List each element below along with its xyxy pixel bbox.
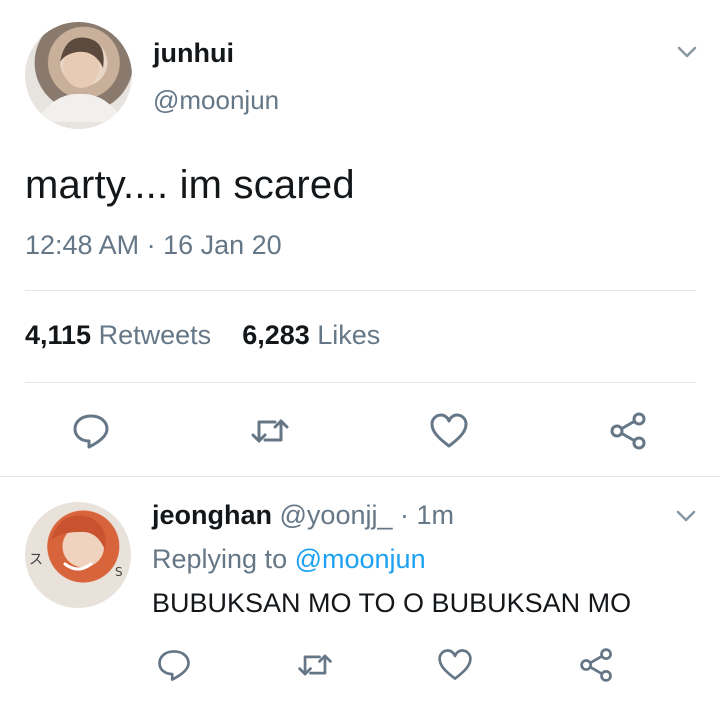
- retweet-icon: [251, 419, 289, 443]
- likes-label: Likes: [317, 320, 381, 350]
- chevron-down-icon: [677, 46, 697, 58]
- divider: [25, 382, 696, 383]
- replying-to-label: Replying to: [152, 544, 288, 574]
- tweet-text: marty.... im scared: [25, 163, 355, 207]
- like-icon: [438, 649, 472, 680]
- retweets-label: Retweets: [98, 320, 212, 350]
- author-avatar-art: [35, 37, 125, 122]
- tweet-stats: 4,115 Retweets 6,283 Likes: [25, 320, 380, 351]
- reply-button[interactable]: [70, 410, 112, 452]
- reply-avatar-art: ス S: [29, 515, 123, 579]
- replying-to: Replying to @moonjun: [152, 544, 426, 575]
- svg-text:S: S: [115, 565, 123, 579]
- tweet-menu-button[interactable]: [673, 38, 701, 66]
- retweets-count: 4,115: [25, 320, 92, 350]
- reply-time[interactable]: · 1m: [400, 500, 454, 530]
- reply-handle[interactable]: @yoonjj_: [280, 500, 393, 530]
- chevron-down-icon: [676, 510, 696, 522]
- retweets-stat[interactable]: 4,115 Retweets: [25, 320, 219, 350]
- likes-count: 6,283: [242, 320, 310, 350]
- author-handle[interactable]: @moonjun: [153, 85, 279, 116]
- likes-stat[interactable]: 6,283 Likes: [242, 320, 380, 350]
- reply-author-avatar[interactable]: ス S: [25, 502, 131, 608]
- svg-text:ス: ス: [29, 552, 43, 568]
- divider: [0, 476, 720, 477]
- reply-like-button[interactable]: [436, 646, 474, 684]
- reply-share-button[interactable]: [578, 646, 616, 684]
- tweet-timestamp[interactable]: 12:48 AM · 16 Jan 20: [25, 230, 282, 261]
- reply-display-name[interactable]: jeonghan: [152, 500, 272, 530]
- replying-to-handle[interactable]: @moonjun: [295, 544, 426, 574]
- reply-icon: [73, 414, 109, 449]
- like-button[interactable]: [428, 410, 470, 452]
- author-avatar[interactable]: [25, 22, 132, 129]
- share-icon: [610, 412, 646, 450]
- share-icon: [580, 648, 612, 682]
- share-button[interactable]: [608, 410, 650, 452]
- reply-reply-button[interactable]: [155, 646, 193, 684]
- reply-icon: [158, 650, 190, 681]
- retweet-button[interactable]: [249, 410, 291, 452]
- like-icon: [430, 413, 468, 448]
- reply-menu-button[interactable]: [672, 502, 700, 530]
- reply-text: BUBUKSAN MO TO O BUBUKSAN MO: [152, 588, 632, 618]
- divider: [25, 290, 696, 291]
- author-display-name[interactable]: junhui: [153, 38, 234, 69]
- reply-retweet-button[interactable]: [296, 646, 334, 684]
- reply-header: jeonghan @yoonjj_ · 1m: [152, 500, 454, 531]
- retweet-icon: [298, 654, 332, 676]
